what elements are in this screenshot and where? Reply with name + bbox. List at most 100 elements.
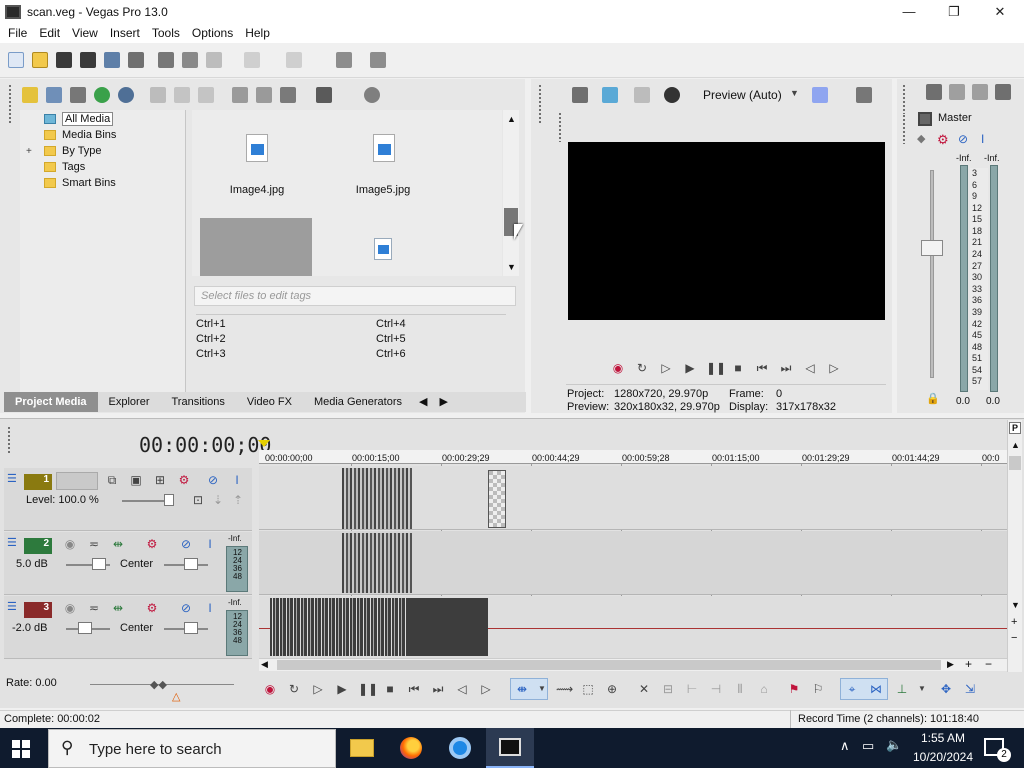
loop-icon[interactable]: ↻: [634, 360, 650, 376]
stop-icon[interactable]: ■: [730, 360, 746, 376]
tree-item-tags[interactable]: Tags: [44, 159, 85, 175]
chevron-down-icon[interactable]: ▼: [534, 681, 550, 697]
track-header-3[interactable]: ☰ 3 ◉ ≂ ⇹ ⚙ ⊘ I -2.0 dB Center -Inf. 12 …: [4, 596, 252, 659]
composite-mode-icon[interactable]: ⧉: [104, 472, 120, 488]
pan-slider-thumb[interactable]: [184, 622, 198, 634]
scroll-up-icon[interactable]: ▲: [507, 114, 516, 124]
image-clip[interactable]: [488, 470, 506, 528]
invert-phase-icon[interactable]: ≂: [86, 536, 102, 552]
marker-flag-icon[interactable]: P: [1009, 422, 1021, 434]
insert-marker-icon[interactable]: ⚑: [786, 681, 802, 697]
snap-icon[interactable]: ⊥: [894, 681, 910, 697]
audio-clip[interactable]: [342, 533, 412, 593]
play-from-start-icon[interactable]: ▷: [658, 360, 674, 376]
rate-slider-thumb[interactable]: ◆◆: [150, 678, 167, 691]
meter-options-icon[interactable]: [995, 84, 1011, 100]
tab-scroll-left-icon[interactable]: ◀: [413, 392, 433, 412]
timeline-vscroll[interactable]: P ▲ ▼ + −: [1007, 420, 1022, 672]
preview-fx-icon[interactable]: [664, 87, 680, 103]
menu-insert[interactable]: Insert: [104, 26, 146, 40]
stop-icon[interactable]: ■: [382, 681, 398, 697]
prev-frame-icon[interactable]: ◁: [802, 360, 818, 376]
insert-region-icon[interactable]: ⚐: [810, 681, 826, 697]
tag-shortcut[interactable]: Ctrl+6: [376, 348, 406, 360]
track-header-1[interactable]: ☰ 1 ⧉ ▣ ⊞ ⚙ ⊘ I Level: 100.0 % ⊡ ⇣ ⇡: [4, 468, 252, 531]
scroll-right-icon[interactable]: ▶: [947, 659, 954, 670]
project-properties-icon[interactable]: [572, 87, 588, 103]
loop-icon[interactable]: ↻: [286, 681, 302, 697]
split-icon[interactable]: ⫴: [732, 681, 748, 697]
image-file-icon[interactable]: [246, 134, 268, 162]
zoom-in-icon[interactable]: +: [965, 657, 972, 671]
parent-track-icon[interactable]: ▣: [128, 472, 144, 488]
panel-grip[interactable]: [902, 114, 906, 144]
track-expand-icon[interactable]: ☰: [7, 472, 17, 485]
prev-frame-icon[interactable]: ◁: [454, 681, 470, 697]
lock-icon[interactable]: ⌂: [756, 681, 772, 697]
mute-icon[interactable]: ⊘: [958, 132, 968, 146]
volume-slider-thumb[interactable]: [78, 622, 92, 634]
tag-shortcut[interactable]: Ctrl+1: [196, 318, 226, 330]
scroll-down-icon[interactable]: ▼: [1011, 600, 1020, 610]
panel-grip[interactable]: [902, 84, 906, 114]
zoom-out-icon[interactable]: −: [1011, 632, 1017, 644]
windows-start-icon[interactable]: [12, 740, 30, 758]
auto-crossfade-icon[interactable]: ⋈: [868, 681, 884, 697]
mute-icon[interactable]: ⊘: [205, 472, 221, 488]
menu-edit[interactable]: Edit: [33, 26, 66, 40]
maximize-button[interactable]: ❐: [931, 0, 977, 23]
external-monitor-icon[interactable]: [602, 87, 618, 103]
mute-icon[interactable]: ⊘: [178, 600, 194, 616]
show-hidden-icons-icon[interactable]: ∧: [840, 738, 850, 754]
play-icon[interactable]: ▶: [682, 360, 698, 376]
rate-reset-icon[interactable]: △: [172, 690, 180, 703]
scroll-up-icon[interactable]: ▲: [1011, 440, 1020, 450]
cut-icon[interactable]: [158, 52, 174, 68]
video-file-icon[interactable]: [374, 238, 392, 260]
tag-shortcut[interactable]: Ctrl+3: [196, 348, 226, 360]
taskbar-search-box[interactable]: ⚲ Type here to search: [48, 729, 336, 768]
tab-scroll-right-icon[interactable]: ▶: [433, 392, 453, 412]
record-icon[interactable]: ◉: [610, 360, 626, 376]
envelope-icon[interactable]: ⇡: [230, 492, 246, 508]
mute-icon[interactable]: ⊘: [178, 536, 194, 552]
remove-media-icon[interactable]: [150, 87, 166, 103]
render-icon[interactable]: [104, 52, 120, 68]
channels-icon[interactable]: ⇹: [110, 536, 126, 552]
tree-item-all-media[interactable]: All Media: [44, 111, 126, 127]
minimize-button[interactable]: —: [886, 0, 932, 23]
video-clip[interactable]: [342, 468, 412, 529]
solo-icon[interactable]: I: [981, 132, 984, 146]
media-search-icon[interactable]: [118, 87, 134, 103]
media-fx-icon[interactable]: [174, 87, 190, 103]
master-fader-knob[interactable]: [921, 240, 943, 256]
lock-envelopes-icon[interactable]: ⇲: [962, 681, 978, 697]
tab-video-fx[interactable]: Video FX: [236, 392, 303, 412]
track-header-2[interactable]: ☰ 2 ◉ ≂ ⇹ ⚙ ⊘ I 5.0 dB Center -Inf. 12 2…: [4, 532, 252, 595]
tag-shortcut[interactable]: Ctrl+2: [196, 333, 226, 345]
pause-icon[interactable]: ❚❚: [706, 360, 726, 376]
scroll-thumb[interactable]: [277, 660, 941, 670]
ripple-icon[interactable]: ✥: [938, 681, 954, 697]
panel-grip[interactable]: [558, 112, 562, 142]
file-explorer-taskbar-icon[interactable]: [338, 728, 386, 768]
menu-file[interactable]: File: [0, 26, 33, 40]
zoom-tool-icon[interactable]: ⊕: [604, 681, 620, 697]
delete-icon[interactable]: ✕: [636, 681, 652, 697]
views-icon[interactable]: [280, 87, 296, 103]
track-fx-icon[interactable]: ⚙: [176, 472, 192, 488]
import-media-icon[interactable]: [22, 87, 38, 103]
save-icon[interactable]: [56, 52, 72, 68]
firefox-taskbar-icon[interactable]: [387, 728, 435, 768]
panel-grip[interactable]: [7, 426, 11, 454]
menu-options[interactable]: Options: [186, 26, 239, 40]
timeline-hscroll[interactable]: ◀ ▶ + −: [259, 657, 1007, 671]
close-button[interactable]: ✕: [977, 0, 1023, 23]
image-file-icon[interactable]: [373, 134, 395, 162]
play-icon[interactable]: [232, 87, 248, 103]
go-to-end-icon[interactable]: ⏭: [430, 681, 446, 697]
dim-icon[interactable]: [972, 84, 988, 100]
master-fx-gear-icon[interactable]: ⚙: [937, 132, 949, 148]
trim-end-icon[interactable]: ⊣: [708, 681, 724, 697]
preview-quality-dropdown[interactable]: Preview (Auto): [703, 88, 782, 102]
